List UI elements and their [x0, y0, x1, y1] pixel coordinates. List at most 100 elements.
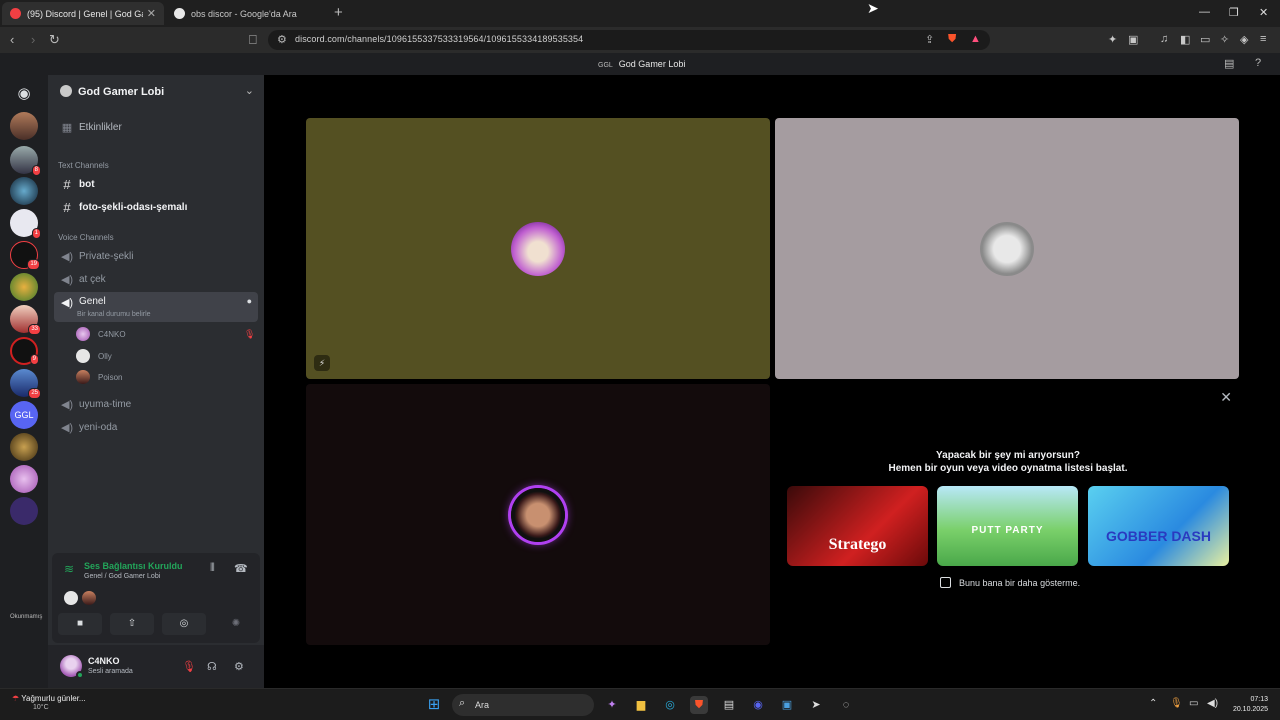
steam-icon[interactable]: ➤ [807, 696, 825, 714]
dont-show-again[interactable]: Bunu bana bir daha gösterme. [940, 577, 1080, 588]
server-icon[interactable]: 8 [10, 146, 41, 176]
copilot-icon[interactable]: ✦ [603, 696, 621, 714]
soundboard-button[interactable]: ✺ [214, 613, 258, 635]
new-tab-button[interactable]: + [334, 4, 343, 21]
server-icon[interactable] [10, 433, 38, 461]
url-text[interactable]: discord.com/channels/1096155337533319564… [295, 34, 583, 44]
game-card-putt-party[interactable]: PUTT PARTY [937, 486, 1078, 566]
discord-home-icon[interactable]: ◉ [10, 80, 38, 108]
server-icon[interactable] [10, 177, 38, 205]
weather-widget[interactable]: ☂ Yağmurlu günler... 10°C [12, 694, 86, 711]
app-icon[interactable]: ▣ [778, 696, 796, 714]
avatar [64, 591, 78, 605]
voice-channel-at-cek[interactable]: ◀) at çek [54, 269, 258, 289]
vpn-icon[interactable]: ◈ [1240, 33, 1248, 46]
voice-status[interactable]: Ses Bağlantısı Kuruldu [84, 561, 183, 571]
game-card-gobber-dash[interactable]: GOBBER DASH [1088, 486, 1229, 566]
brave-icon[interactable]: ⛊ [690, 696, 708, 714]
tab-discord[interactable]: (95) Discord | Genel | God Gamer ✕ [2, 2, 164, 25]
sidebar-icon[interactable]: ◧ [1180, 33, 1190, 46]
settings-gear-icon[interactable]: ⚙ [234, 660, 244, 673]
taskbar-search[interactable]: ⌕ Ara [452, 694, 594, 716]
inbox-icon[interactable]: ▤ [1224, 57, 1234, 70]
chevron-down-icon[interactable]: ⌄ [245, 84, 254, 97]
username[interactable]: C4NKO [88, 656, 120, 666]
game-card-stratego[interactable]: Stratego [787, 486, 928, 566]
share-icon[interactable]: ⇪ [925, 33, 934, 46]
voice-member[interactable]: Olly [76, 347, 112, 365]
camera-button[interactable]: ■ [58, 613, 102, 635]
server-ggl[interactable]: GGL [10, 401, 38, 429]
disconnect-icon[interactable]: ☎ [234, 562, 248, 575]
server-icon[interactable] [10, 497, 38, 525]
category-voice-channels[interactable]: Voice Channels [58, 233, 114, 242]
checkbox[interactable] [940, 577, 951, 588]
leo-ai-icon[interactable]: ✧ [1220, 33, 1229, 46]
app-icon[interactable]: ◌ [837, 696, 855, 714]
video-tile-c4nko[interactable]: ⚡ [306, 118, 770, 379]
file-explorer-icon[interactable]: ▆ [632, 696, 650, 714]
wallet-icon[interactable]: ▭ [1200, 33, 1210, 46]
server-icon[interactable]: 19 [10, 241, 40, 270]
start-icon[interactable]: ⊞ [425, 696, 443, 714]
voice-channel-private[interactable]: ◀) Private-şekli [54, 246, 258, 266]
tab-close-icon[interactable]: ✕ [147, 7, 156, 20]
store-icon[interactable]: ▤ [720, 696, 738, 714]
voice-location[interactable]: Genel / God Gamer Lobi [84, 573, 160, 580]
screen-share-button[interactable]: ⇧ [110, 613, 154, 635]
address-bar[interactable]: ⚙ discord.com/channels/10961553375333195… [268, 30, 990, 50]
bookmark-icon[interactable]: ⎕ [249, 32, 257, 48]
back-icon[interactable]: ‹ [10, 32, 14, 47]
forward-icon[interactable]: › [31, 32, 35, 47]
server-icon[interactable] [10, 273, 38, 301]
activity-button[interactable]: ◎ [162, 613, 206, 635]
server-icon[interactable]: 33 [10, 305, 41, 335]
user-status: Sesli aramada [88, 668, 133, 675]
discord-icon[interactable]: ◉ [749, 696, 767, 714]
tray-overflow-icon[interactable]: ⌃ [1149, 698, 1157, 709]
chat-icon[interactable]: ● [247, 296, 252, 306]
headphones-icon[interactable]: ☊ [207, 660, 217, 673]
mute-mic-icon[interactable]: 🎙 [182, 660, 196, 673]
close-window-button[interactable]: ✕ [1259, 6, 1268, 19]
volume-icon[interactable]: ◀) [1207, 698, 1218, 709]
brave-rewards-icon[interactable]: ▲ [970, 33, 981, 45]
brave-shield-icon[interactable]: ⛊ [948, 33, 956, 46]
noise-suppression-icon[interactable]: ⦀ [210, 562, 215, 575]
help-icon[interactable]: ? [1255, 57, 1261, 69]
category-text-channels[interactable]: Text Channels [58, 161, 109, 170]
server-icon[interactable]: 25 [10, 369, 41, 399]
voice-member[interactable]: C4NKO [76, 325, 126, 343]
channel-status[interactable]: Bir kanal durumu belirle [77, 311, 151, 318]
tab-google[interactable]: obs discor - Google'da Ara [166, 2, 326, 25]
menu-icon[interactable]: ≡ [1260, 33, 1266, 45]
channel-bot[interactable]: # bot [54, 174, 258, 194]
close-icon[interactable]: ✕ [1220, 389, 1232, 406]
voice-member[interactable]: Poison [76, 368, 122, 386]
mic-tray-icon[interactable]: 🎙 [1170, 698, 1183, 709]
voice-channel-yeni-oda[interactable]: ◀) yeni-oda [54, 417, 258, 437]
server-icon[interactable] [10, 465, 38, 493]
screenshot-icon[interactable]: ▣ [1128, 33, 1138, 46]
video-tile-olly[interactable] [775, 118, 1239, 379]
server-icon[interactable] [10, 112, 38, 140]
reload-icon[interactable]: ↻ [49, 32, 60, 48]
maximize-button[interactable]: ❐ [1229, 6, 1239, 19]
extensions-icon[interactable]: ✦ [1108, 33, 1117, 46]
voice-channel-uyuma[interactable]: ◀) uyuma-time [54, 394, 258, 414]
guild-header[interactable]: God Gamer Lobi ⌄ [48, 75, 264, 109]
events-link[interactable]: ▦ Etkinlikler [54, 117, 258, 137]
channel-foto[interactable]: # foto-şekli-odası-şemalı [54, 197, 258, 217]
hash-icon: # [63, 176, 71, 192]
server-icon[interactable]: 1 [10, 209, 41, 239]
edge-icon[interactable]: ◎ [661, 696, 679, 714]
clock[interactable]: 07:13 20.10.2025 [1233, 695, 1268, 715]
server-icon[interactable]: 9 [10, 337, 39, 365]
minimize-button[interactable]: — [1199, 6, 1210, 18]
media-icon[interactable]: ♫ [1160, 33, 1168, 45]
network-icon[interactable]: ▭ [1189, 698, 1198, 709]
signal-icon[interactable]: ≋ [64, 562, 74, 576]
site-settings-icon[interactable]: ⚙ [277, 33, 287, 46]
speaker-icon: ◀) [60, 297, 74, 309]
video-tile-poison[interactable] [306, 384, 770, 645]
